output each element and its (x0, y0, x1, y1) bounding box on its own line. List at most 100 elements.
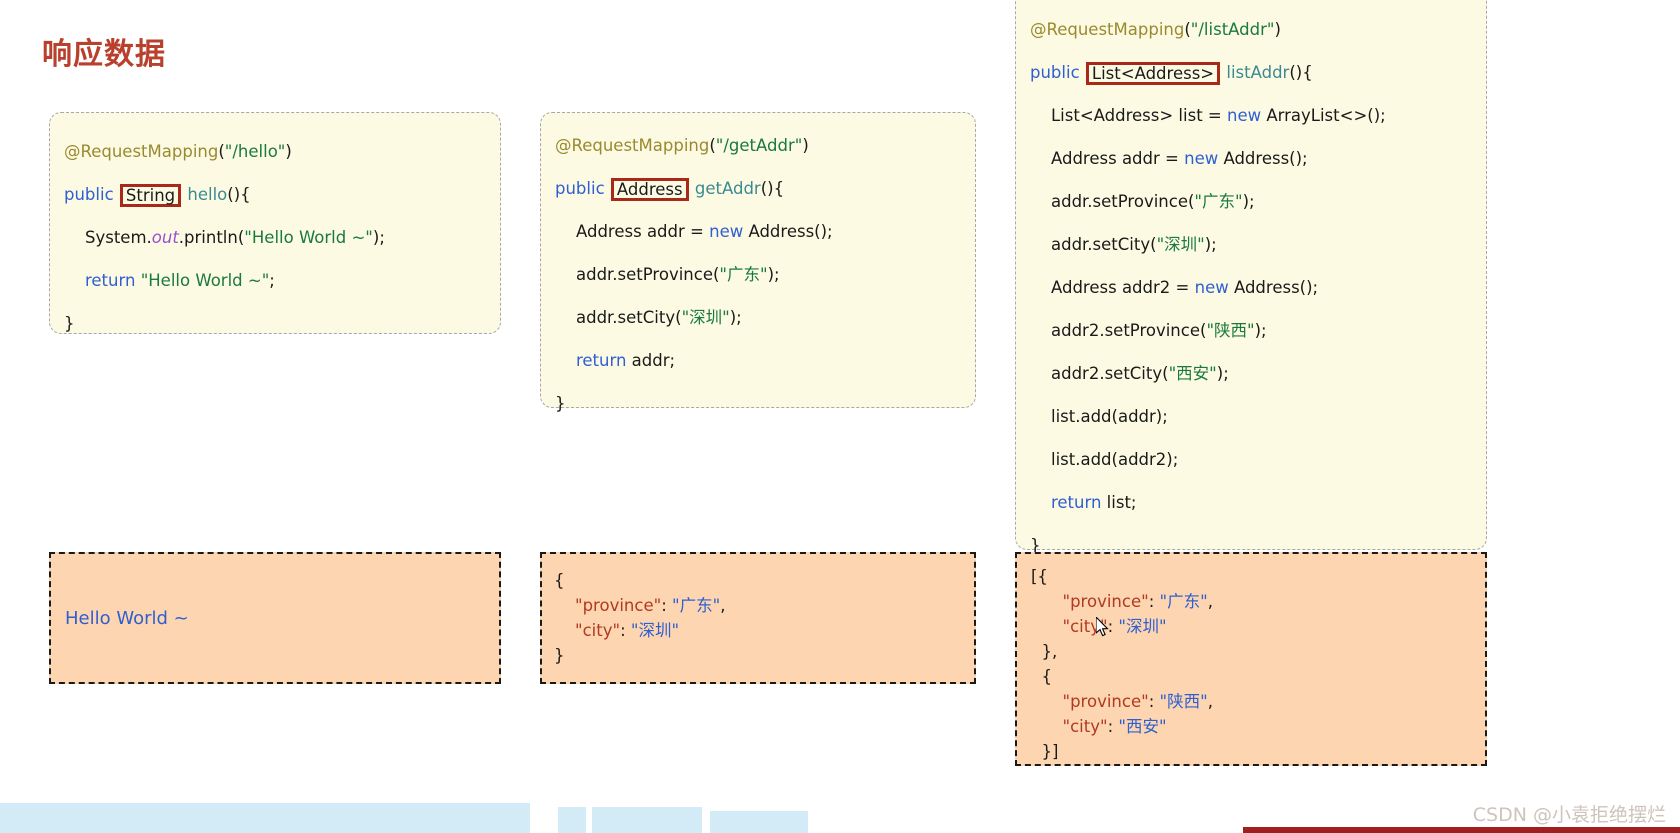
code-token: "西安" (1168, 364, 1217, 384)
code-token: ArrayList<>(); (1261, 106, 1386, 126)
code-token: "Hello World ~" (140, 271, 270, 291)
json-line: }] (1031, 739, 1485, 764)
code-token: getAddr (694, 179, 761, 199)
code-token: ) (1274, 20, 1281, 40)
code-token: out (151, 228, 179, 248)
decorative-wave-mid-a (558, 807, 586, 833)
code-line: } (555, 383, 975, 426)
json-token: : (1107, 617, 1119, 636)
code-token: listAddr (1226, 63, 1290, 83)
code-token: "深圳" (681, 308, 730, 328)
code-token: public (1030, 63, 1080, 83)
json-token: "province" (1062, 592, 1149, 611)
code-token: "广东" (1194, 192, 1243, 212)
return-type-highlight: Address (610, 177, 689, 202)
code-token: addr2.setCity( (1050, 364, 1169, 384)
code-token: (){ (227, 185, 251, 205)
code-block-get-addr: @RequestMapping("/getAddr") public Addres… (540, 112, 976, 412)
bottom-accent-bar (1243, 827, 1680, 833)
code-token: Address addr2 = (1050, 278, 1195, 298)
code-token: new (1226, 106, 1262, 126)
code-token: return (575, 351, 627, 371)
code-line: Address addr2 = new Address(); (1030, 267, 1486, 310)
json-line: "province": "陕西", (1031, 689, 1485, 714)
return-type-highlight: List<Address> (1085, 61, 1221, 86)
json-token: "city" (1062, 717, 1108, 736)
json-token: "province" (574, 596, 662, 615)
code-token: ); (1204, 235, 1217, 255)
watermark: CSDN @小袁拒绝摆烂 (1472, 804, 1666, 826)
code-line: list.add(addr2); (1030, 439, 1486, 482)
code-block-hello: @RequestMapping("/hello") public String h… (49, 112, 501, 334)
code-line: @RequestMapping("/getAddr") (555, 125, 975, 168)
code-line: addr2.setCity("西安"); (1030, 353, 1486, 396)
code-block-list-addr: @RequestMapping("/listAddr") public List<… (1015, 0, 1487, 554)
code-token: list; (1101, 493, 1137, 513)
code-token: ); (729, 308, 742, 328)
json-line: "city": "深圳" (554, 618, 974, 643)
code-token: return (84, 271, 136, 291)
json-token: } (554, 646, 565, 665)
code-line: addr.setProvince("广东"); (1030, 181, 1486, 224)
code-token: Address addr = (1050, 149, 1185, 169)
code-token: } (64, 314, 75, 334)
json-token: : (1107, 717, 1119, 736)
json-token: , (1207, 592, 1213, 611)
code-token: Address addr = (575, 222, 710, 242)
json-token: "city" (1062, 617, 1108, 636)
code-token: addr.setProvince( (1050, 192, 1195, 212)
response-box-hello: Hello World ~ (49, 552, 501, 684)
code-token: System. (84, 228, 152, 248)
json-token: "广东" (672, 596, 721, 615)
code-line: addr.setCity("深圳"); (1030, 224, 1486, 267)
code-token: @RequestMapping (1030, 20, 1185, 40)
code-token: public (64, 185, 114, 205)
code-token: (){ (760, 179, 785, 199)
code-line: return addr; (555, 340, 975, 383)
json-token: "陕西" (1159, 692, 1208, 711)
code-token: "Hello World ~" (244, 228, 373, 248)
code-line: addr.setCity("深圳"); (555, 297, 975, 340)
code-token: hello (187, 185, 228, 205)
code-line: return "Hello World ~"; (64, 260, 500, 303)
json-token: : (661, 596, 672, 615)
code-token: list.add(addr2); (1050, 450, 1179, 470)
code-line: } (64, 303, 500, 346)
code-token: list.add(addr); (1050, 407, 1168, 427)
json-token: "深圳" (630, 621, 680, 640)
code-token: ); (372, 228, 385, 248)
code-token: List<Address> list = (1050, 106, 1227, 126)
json-line: [{ (1031, 564, 1485, 589)
json-line: "city": "西安" (1031, 714, 1485, 739)
code-line: addr.setProvince("广东"); (555, 254, 975, 297)
json-token: }] (1031, 742, 1059, 761)
code-token: ); (767, 265, 780, 285)
json-token: "西安" (1118, 717, 1167, 736)
code-token: addr.setCity( (1050, 235, 1157, 255)
code-line: public Address getAddr(){ (555, 168, 975, 211)
code-token: new (1194, 278, 1229, 298)
code-token: ) (802, 136, 809, 156)
code-token: addr2.setProvince( (1050, 321, 1207, 341)
code-line: @RequestMapping("/hello") (64, 131, 500, 174)
code-token: addr.setCity( (575, 308, 682, 328)
json-token: "广东" (1159, 592, 1208, 611)
json-line: { (1031, 664, 1485, 689)
code-token: return (1050, 493, 1102, 513)
code-line: List<Address> list = new ArrayList<>(); (1030, 95, 1486, 138)
